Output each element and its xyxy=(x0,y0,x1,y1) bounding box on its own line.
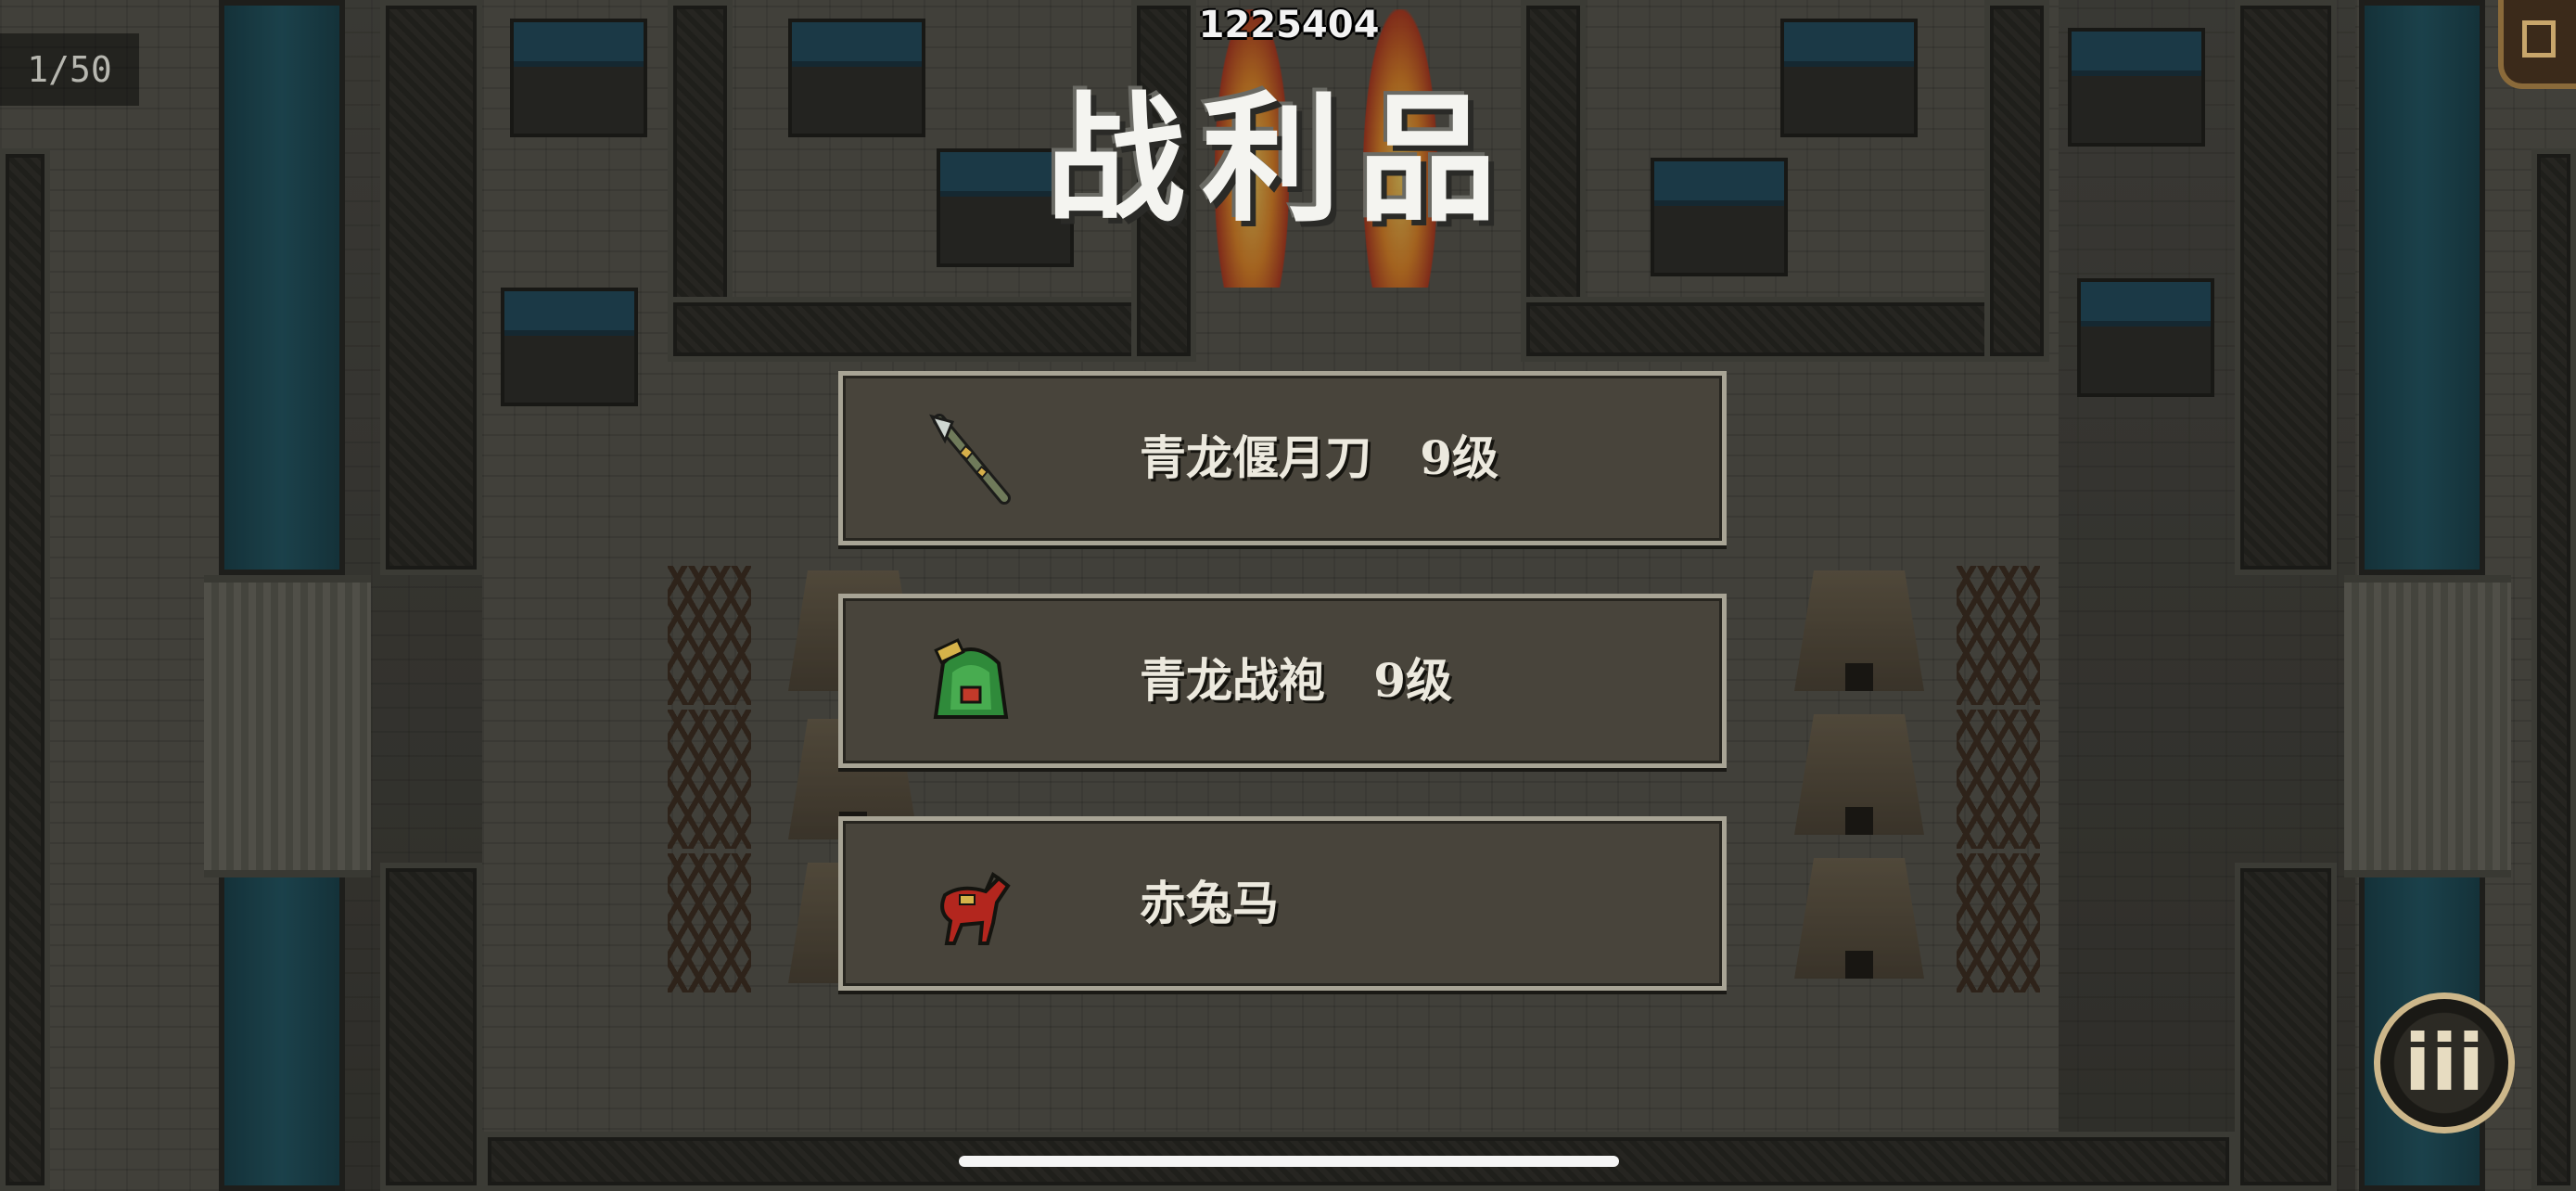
loot-item[interactable]: 青龙战袍 9级 xyxy=(838,594,1727,768)
loot-item[interactable]: 赤兔马 xyxy=(838,816,1727,991)
tent xyxy=(1794,570,1924,691)
spike-barricade xyxy=(668,853,751,992)
loot-item-name: 赤兔马 xyxy=(1140,876,1279,930)
moat-left-top xyxy=(219,0,345,575)
moat-right-top xyxy=(2359,0,2485,575)
house xyxy=(510,19,647,137)
spike-barricade xyxy=(668,710,751,849)
bridge-left xyxy=(204,575,371,877)
bridge-right xyxy=(2344,575,2511,877)
wall-left-inner-top xyxy=(380,0,482,575)
loot-item-name: 青龙战袍 9级 xyxy=(1140,653,1453,708)
keep-right-wall-bottom xyxy=(1521,297,2049,362)
keep-left-wall-bottom xyxy=(668,297,1196,362)
loot-item-name: 青龙偃月刀 9级 xyxy=(1140,430,1499,485)
armor-robe-icon xyxy=(933,638,1009,719)
game-stage: 1/50 1225404 战利品 青龙偃月刀 9级 青龙战袍 9级 赤兔马 ii… xyxy=(0,0,2576,1191)
keep-right-wall-right xyxy=(1984,0,2049,362)
scroll-menu-button[interactable] xyxy=(2498,0,2576,89)
loot-item[interactable]: 青龙偃月刀 9级 xyxy=(838,371,1727,545)
wall-left-inner-bottom xyxy=(380,863,482,1191)
pause-menu-button[interactable]: iii xyxy=(2374,992,2515,1133)
blade-icon xyxy=(929,414,1011,505)
spike-barricade xyxy=(1957,566,2040,705)
score-display: 1225404 xyxy=(1198,4,1380,46)
spike-barricade xyxy=(1957,710,2040,849)
loot-list: 青龙偃月刀 9级 青龙战袍 9级 赤兔马 xyxy=(838,371,1727,1039)
wall-left-outer xyxy=(0,148,50,1191)
house xyxy=(1651,158,1788,276)
house xyxy=(788,19,925,137)
spike-barricade xyxy=(668,566,751,705)
home-indicator[interactable] xyxy=(959,1156,1619,1167)
loot-title: 战利品 xyxy=(1045,80,1513,241)
tent xyxy=(1794,858,1924,979)
house xyxy=(1780,19,1918,137)
wall-right-inner-top xyxy=(2235,0,2337,575)
tent xyxy=(1794,714,1924,835)
house xyxy=(2068,28,2205,147)
wave-counter: 1/50 xyxy=(0,33,139,106)
wall-right-outer xyxy=(2531,148,2576,1191)
house xyxy=(501,288,638,406)
wall-right-inner-bottom xyxy=(2235,863,2337,1191)
house xyxy=(2077,278,2214,397)
spike-barricade xyxy=(1957,853,2040,992)
red-horse-icon xyxy=(940,872,1011,945)
moat-left-bottom xyxy=(219,863,345,1191)
